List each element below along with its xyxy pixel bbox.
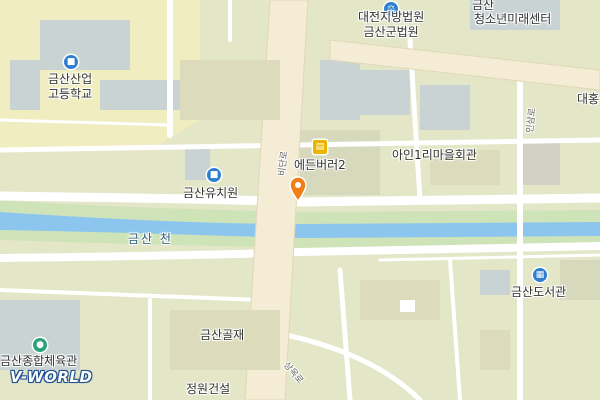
- label-edenvill[interactable]: 에든버러2: [294, 158, 346, 173]
- label-river: 금산 천: [128, 232, 173, 246]
- location-pin-icon[interactable]: [289, 176, 307, 202]
- building-icon[interactable]: ▤: [313, 140, 327, 154]
- label-high-school[interactable]: 금산산업 고등학교: [48, 72, 92, 102]
- building: [350, 70, 410, 115]
- vworld-logo: V-WORLD: [10, 368, 93, 386]
- library-icon[interactable]: ▦: [533, 268, 547, 282]
- sports-icon[interactable]: ●: [33, 338, 47, 352]
- label-daehong: 대홍: [577, 92, 600, 106]
- school-building: [40, 20, 130, 70]
- label-jeongwon[interactable]: 정원건설: [186, 382, 230, 397]
- building: [420, 85, 470, 130]
- school-icon[interactable]: ■: [207, 168, 221, 182]
- label-village-hall[interactable]: 아인1리마을회관: [392, 148, 477, 163]
- building: [480, 270, 510, 295]
- school-building: [10, 60, 40, 110]
- label-sports-hall[interactable]: 금산종합체육관: [0, 354, 77, 369]
- label-kindergarten[interactable]: 금산유치원: [183, 186, 238, 201]
- label-youth-center[interactable]: 청소년미래센터: [474, 12, 551, 27]
- building: [520, 140, 560, 185]
- label-library[interactable]: 금산도서관: [511, 285, 566, 300]
- label-geumsan-golje[interactable]: 금산골재: [200, 328, 244, 343]
- label-court[interactable]: 대전지방법원 금산군법원: [358, 10, 424, 40]
- map-canvas[interactable]: ⚖ ■ ■ ▤ ▦ ● 대전지방법원 금산군법원 금산 청소년미래센터 금산산업 고…: [0, 0, 600, 400]
- school-icon[interactable]: ■: [64, 55, 78, 69]
